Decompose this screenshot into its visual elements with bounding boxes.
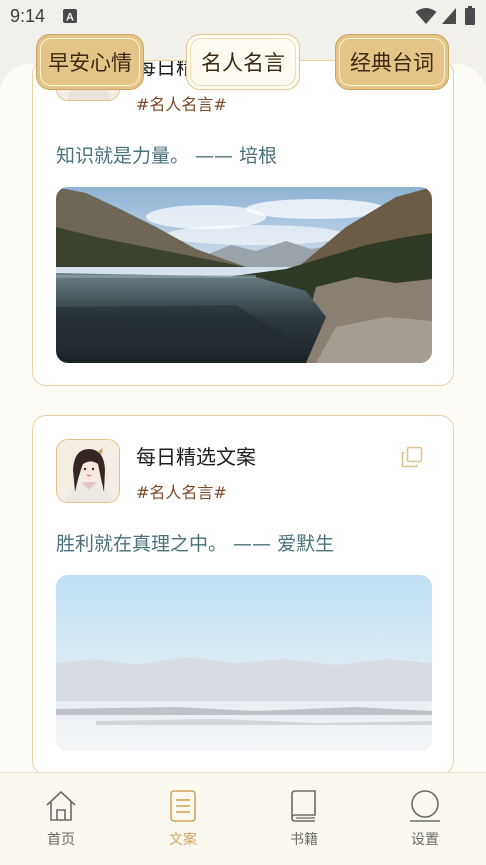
svg-text:A: A bbox=[66, 12, 74, 24]
nav-label: 书籍 bbox=[290, 832, 318, 848]
nav-item-copywriting[interactable]: 文案 bbox=[143, 789, 223, 859]
nav-label: 首页 bbox=[47, 832, 75, 848]
book-icon bbox=[291, 790, 316, 822]
nav-item-books[interactable]: 书籍 bbox=[264, 789, 344, 859]
avatar bbox=[56, 439, 120, 503]
signal-icon bbox=[442, 8, 456, 24]
tab-label: 名人名言 bbox=[201, 51, 285, 75]
settings-icon bbox=[410, 790, 440, 822]
lake-mountain-photo[interactable] bbox=[56, 187, 432, 363]
nav-label: 文案 bbox=[169, 832, 197, 848]
nav-item-settings[interactable]: 设置 bbox=[385, 789, 465, 859]
snow-lake-photo[interactable] bbox=[56, 575, 432, 751]
card-tag[interactable]: #名人名言# bbox=[136, 479, 227, 503]
quote-card[interactable]: #名人名言# 每日精选文案 知识就是力量。 —— 培根 bbox=[32, 60, 454, 386]
card-author: 每日精选文案 bbox=[136, 445, 256, 469]
status-bar: 9:14 A bbox=[0, 0, 486, 34]
quote-card[interactable]: 每日精选文案 #名人名言# 胜利就在真理之中。 —— 爱默生 bbox=[32, 415, 454, 775]
status-time: 9:14 bbox=[10, 6, 46, 26]
home-icon bbox=[46, 791, 76, 821]
tab-morning-mood[interactable]: 早安心情 bbox=[36, 34, 144, 90]
tab-classic-lines[interactable]: 经典台词 bbox=[335, 34, 449, 90]
nav-item-home[interactable]: 首页 bbox=[21, 789, 101, 859]
card-quote: 知识就是力量。 —— 培根 bbox=[56, 145, 278, 167]
battery-icon bbox=[465, 6, 475, 25]
document-icon bbox=[170, 790, 196, 822]
notification-icon: A bbox=[63, 9, 77, 24]
bottom-nav: 首页 文案 书籍 设置 bbox=[0, 772, 486, 865]
card-tag[interactable]: #名人名言# bbox=[136, 91, 227, 115]
tab-famous-quotes[interactable]: 名人名言 bbox=[186, 34, 300, 90]
copy-icon[interactable] bbox=[401, 446, 423, 468]
nav-label: 设置 bbox=[411, 832, 439, 848]
tab-label: 经典台词 bbox=[350, 51, 434, 75]
card-quote: 胜利就在真理之中。 —— 爱默生 bbox=[56, 533, 335, 555]
tab-label: 早安心情 bbox=[48, 51, 132, 75]
wifi-icon bbox=[415, 8, 437, 24]
